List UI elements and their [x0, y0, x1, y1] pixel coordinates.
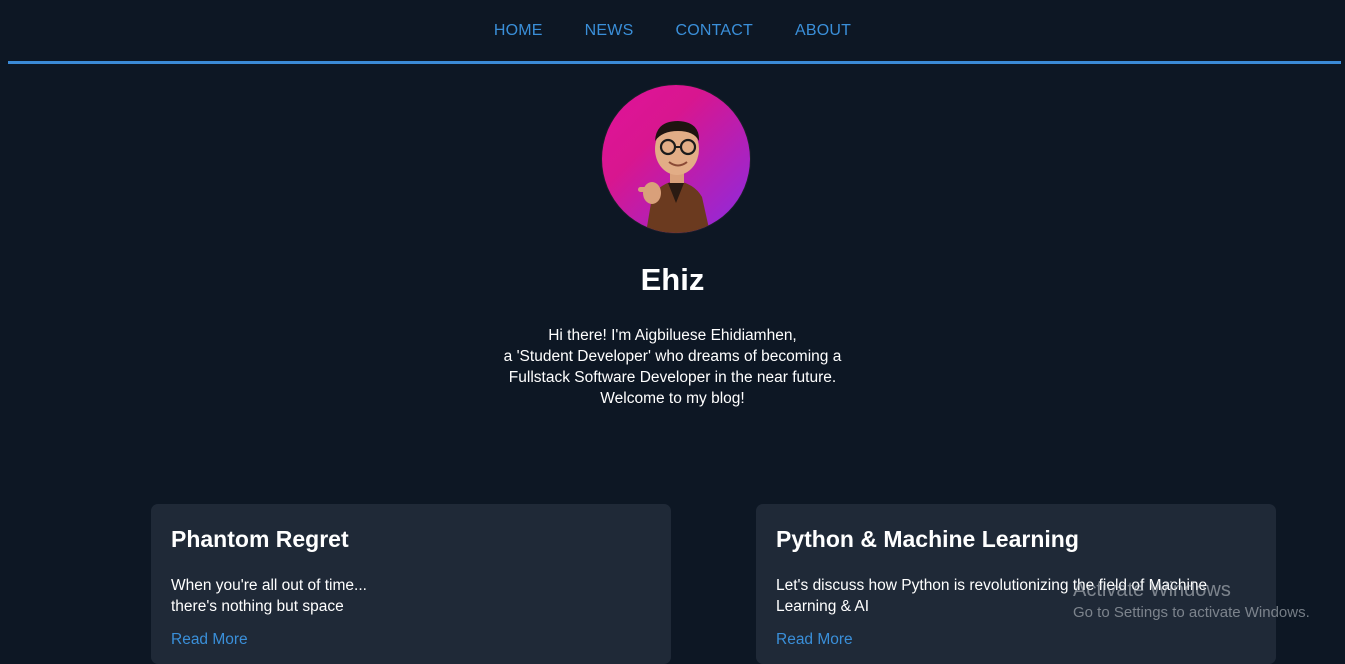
bio-line: Hi there! I'm Aigbiluese Ehidiamhen,	[548, 327, 797, 344]
bio-line: a 'Student Developer' who dreams of beco…	[503, 348, 842, 365]
activate-windows-watermark: Activate Windows Go to Settings to activ…	[1073, 578, 1310, 624]
watermark-title: Activate Windows	[1073, 579, 1231, 601]
nav-divider	[8, 61, 1341, 64]
avatar-figure-image	[638, 121, 710, 233]
nav-contact-link[interactable]: CONTACT	[675, 22, 753, 40]
read-more-link[interactable]: Read More	[776, 631, 1256, 649]
profile-bio: Hi there! I'm Aigbiluese Ehidiamhen, a '…	[0, 325, 1345, 409]
post-card: Phantom Regret When you're all out of ti…	[151, 504, 671, 664]
post-excerpt-line: When you're all out of time...	[171, 577, 367, 594]
watermark-subtitle: Go to Settings to activate Windows.	[1073, 604, 1310, 621]
bio-line: Fullstack Software Developer in the near…	[508, 369, 837, 386]
top-nav: HOME NEWS CONTACT ABOUT	[0, 0, 1345, 61]
profile-name: Ehiz	[640, 262, 705, 297]
read-more-link[interactable]: Read More	[171, 631, 651, 649]
post-title: Phantom Regret	[171, 526, 349, 552]
post-excerpt: When you're all out of time... there's n…	[171, 575, 651, 617]
avatar	[602, 85, 750, 233]
post-title: Python & Machine Learning	[776, 526, 1079, 552]
bio-line: Welcome to my blog!	[600, 390, 745, 407]
post-excerpt-line: there's nothing but space	[171, 598, 344, 615]
nav-about-link[interactable]: ABOUT	[795, 22, 851, 40]
nav-news-link[interactable]: NEWS	[585, 22, 634, 40]
nav-home-link[interactable]: HOME	[494, 22, 543, 40]
